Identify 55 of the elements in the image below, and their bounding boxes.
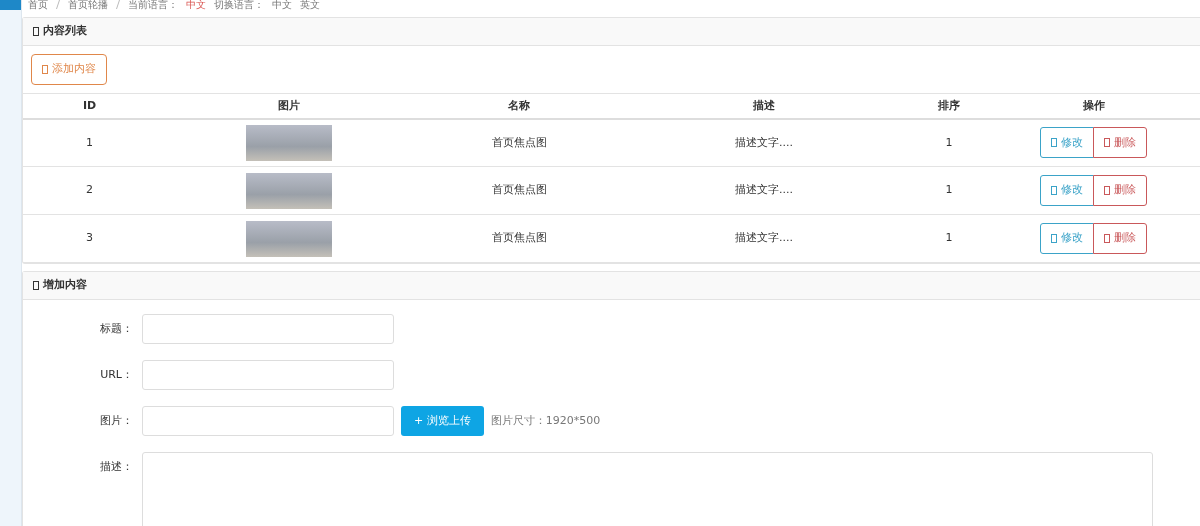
edit-button[interactable]: 修改 (1040, 175, 1094, 206)
table-cell: 1 (911, 118, 987, 167)
table-cell: 描述文字.... (617, 166, 911, 215)
table-cell: 首页焦点图 (421, 166, 617, 215)
column-header: 操作 (987, 93, 1200, 119)
table-cell: 1 (911, 214, 987, 263)
input-field[interactable] (142, 406, 394, 436)
square-icon (42, 65, 48, 74)
table-cell: 1 (23, 118, 156, 167)
delete-button[interactable]: 删除 (1093, 127, 1147, 159)
sidebar-active-item[interactable] (0, 0, 21, 10)
square-icon (33, 27, 39, 36)
table-cell: 描述文字.... (617, 214, 911, 263)
column-header: ID (23, 93, 156, 119)
breadcrumb-link[interactable]: 首页轮播 (68, 0, 108, 17)
square-icon (1051, 234, 1057, 243)
language-link[interactable]: 英文 (300, 0, 320, 17)
field-label: 标题： (99, 321, 134, 337)
edit-button[interactable]: 修改 (1040, 127, 1094, 159)
separator-icon (116, 0, 120, 9)
add-content-button[interactable]: 添加内容 (31, 54, 107, 85)
square-icon (1051, 138, 1057, 148)
edit-button[interactable]: 修改 (1040, 223, 1094, 254)
table-cell: 2 (23, 166, 156, 215)
square-icon (33, 281, 39, 290)
panel-title: 增加内容 (43, 277, 87, 294)
input-field[interactable] (142, 360, 394, 390)
square-icon (1104, 186, 1110, 195)
upload-button[interactable]: + 浏览上传 (401, 406, 484, 436)
table-cell: 首页焦点图 (421, 214, 617, 263)
size-hint: 图片尺寸：1920*500 (490, 413, 601, 429)
table-cell: 3 (23, 214, 156, 263)
breadcrumb-link[interactable]: 首页 (28, 0, 48, 17)
switch-language-label: 切换语言： (214, 0, 264, 12)
table-cell: 首页焦点图 (421, 118, 617, 167)
field-label: URL： (99, 367, 134, 383)
separator-icon (56, 0, 60, 9)
delete-button[interactable]: 删除 (1093, 223, 1147, 254)
field-label: 图片： (99, 413, 134, 429)
table-cell: 描述文字.... (617, 118, 911, 167)
square-icon (1104, 234, 1110, 243)
panel-title: 内容列表 (43, 23, 87, 40)
table-cell: 1 (911, 166, 987, 215)
column-header: 描述 (617, 93, 911, 119)
language-label: 当前语言： (128, 0, 178, 12)
column-header: 名称 (421, 93, 617, 119)
current-language: 中文 (186, 0, 206, 12)
input-field[interactable] (142, 314, 394, 344)
language-link[interactable]: 中文 (272, 0, 292, 17)
column-header: 排序 (911, 93, 987, 119)
square-icon (1104, 138, 1110, 148)
delete-button[interactable]: 删除 (1093, 175, 1147, 206)
square-icon (1051, 186, 1057, 195)
field-label: 描述： (99, 459, 134, 475)
column-header: 图片 (156, 93, 421, 119)
